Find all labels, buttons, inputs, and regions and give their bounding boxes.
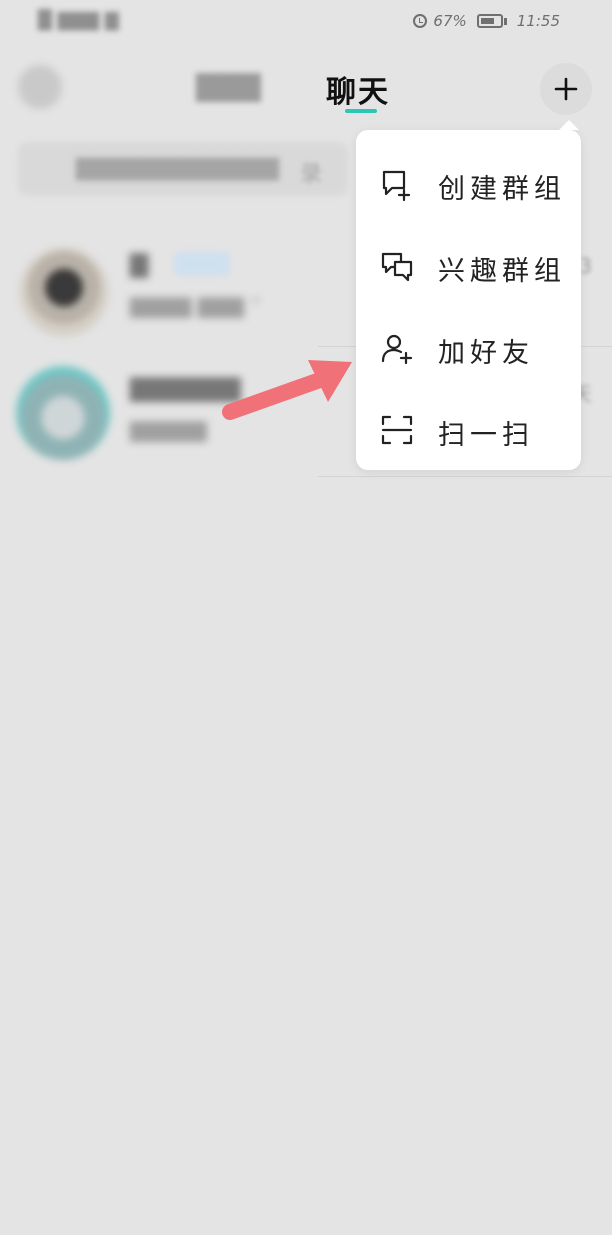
alarm-icon <box>413 14 428 28</box>
add-friend-icon <box>381 334 413 365</box>
search-placeholder: ▇▇▇▇▇▇▇▇▇▇▇▇ <box>76 156 280 181</box>
plus-icon <box>554 77 578 101</box>
chat-badge <box>174 252 230 276</box>
tab-chat[interactable]: 聊天 <box>326 67 390 111</box>
menu-item-label: 兴趣群组 <box>438 256 566 287</box>
scan-icon <box>381 415 413 445</box>
tab-other[interactable]: ▇▇▇ <box>196 69 261 102</box>
chat-name: ▇ <box>130 250 149 278</box>
menu-item-create-group[interactable]: 创建群组 <box>356 138 581 220</box>
status-left-text: █ ▇▇▇ ▇ <box>38 10 119 31</box>
menu-item-scan[interactable]: 扫一扫 <box>356 384 581 466</box>
battery-percent: 67% <box>433 12 467 30</box>
battery-icon <box>476 14 503 28</box>
user-avatar[interactable] <box>18 65 62 109</box>
popup-menu: 创建群组 兴趣群组 加好友 扫一扫 <box>356 120 581 470</box>
pointer-arrow-icon <box>222 360 352 420</box>
tab-active-indicator <box>345 109 377 113</box>
chat-time: 3 <box>579 254 592 278</box>
menu-item-label: 创建群组 <box>438 174 566 205</box>
plus-button[interactable] <box>540 63 592 115</box>
status-bar: █ ▇▇▇ ▇ 67% 11:55 <box>0 0 612 48</box>
chat-avatar <box>20 248 108 336</box>
battery-tip <box>503 17 507 25</box>
divider <box>318 476 612 477</box>
menu-item-interest-group[interactable]: 兴趣群组 <box>356 220 581 302</box>
create-group-icon <box>382 170 411 201</box>
menu-item-add-friend[interactable]: 加好友 <box>356 302 581 384</box>
search-placeholder-tail: 录 <box>300 162 323 187</box>
chat-preview: ▇▇▇▇ ▇▇▇ ” <box>130 294 261 318</box>
status-right: 67% 11:55 <box>413 12 560 30</box>
header: ▇▇▇ 聊天 <box>0 55 612 119</box>
screen: █ ▇▇▇ ▇ 67% 11:55 ▇▇▇ 聊天 ▇▇▇▇▇▇▇▇▇▇▇▇ 录 … <box>0 0 612 1235</box>
menu-item-label: 扫一扫 <box>438 420 534 451</box>
interest-group-icon <box>381 252 413 282</box>
status-time: 11:55 <box>516 12 560 30</box>
chat-avatar <box>16 366 110 460</box>
menu-item-label: 加好友 <box>438 338 534 369</box>
chat-preview: ▇▇▇▇▇ <box>130 418 207 442</box>
